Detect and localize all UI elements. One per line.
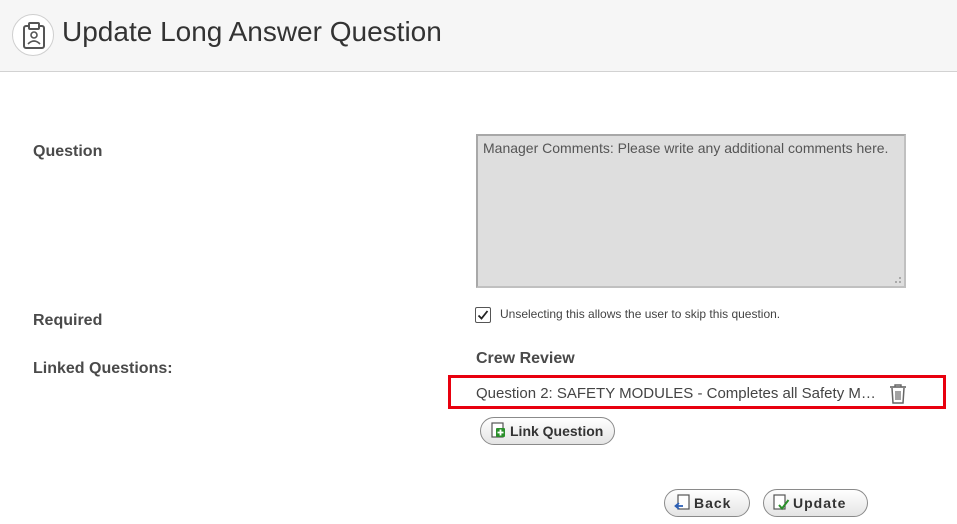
update-button[interactable]: Update [763, 489, 868, 517]
resize-grip-icon[interactable] [892, 274, 902, 284]
required-checkbox[interactable] [475, 307, 491, 323]
page-title: Update Long Answer Question [62, 16, 442, 47]
clipboard-icon [12, 14, 54, 56]
update-check-icon [773, 494, 790, 511]
linked-question-text: Question 2: SAFETY MODULES - Completes a… [476, 385, 882, 402]
trash-icon[interactable] [888, 383, 908, 405]
back-button[interactable]: Back [664, 489, 750, 517]
required-hint: Unselecting this allows the user to skip… [500, 307, 781, 321]
link-question-label: Link Question [510, 423, 604, 439]
required-label: Required [33, 312, 103, 329]
question-text: Manager Comments: Please write any addit… [483, 140, 889, 156]
question-textarea[interactable]: Manager Comments: Please write any addit… [476, 134, 906, 288]
link-question-button[interactable]: Link Question [480, 417, 615, 445]
linked-group-title: Crew Review [476, 350, 575, 367]
page-header: Update Long Answer Question [0, 0, 957, 72]
check-icon [477, 310, 489, 320]
add-document-icon [491, 422, 505, 438]
update-label: Update [793, 495, 847, 511]
linked-question-item: Question 2: SAFETY MODULES - Completes a… [448, 375, 946, 409]
back-label: Back [694, 495, 732, 511]
question-label: Question [33, 143, 103, 160]
linked-questions-label: Linked Questions: [33, 360, 173, 377]
back-arrow-icon [674, 494, 690, 510]
